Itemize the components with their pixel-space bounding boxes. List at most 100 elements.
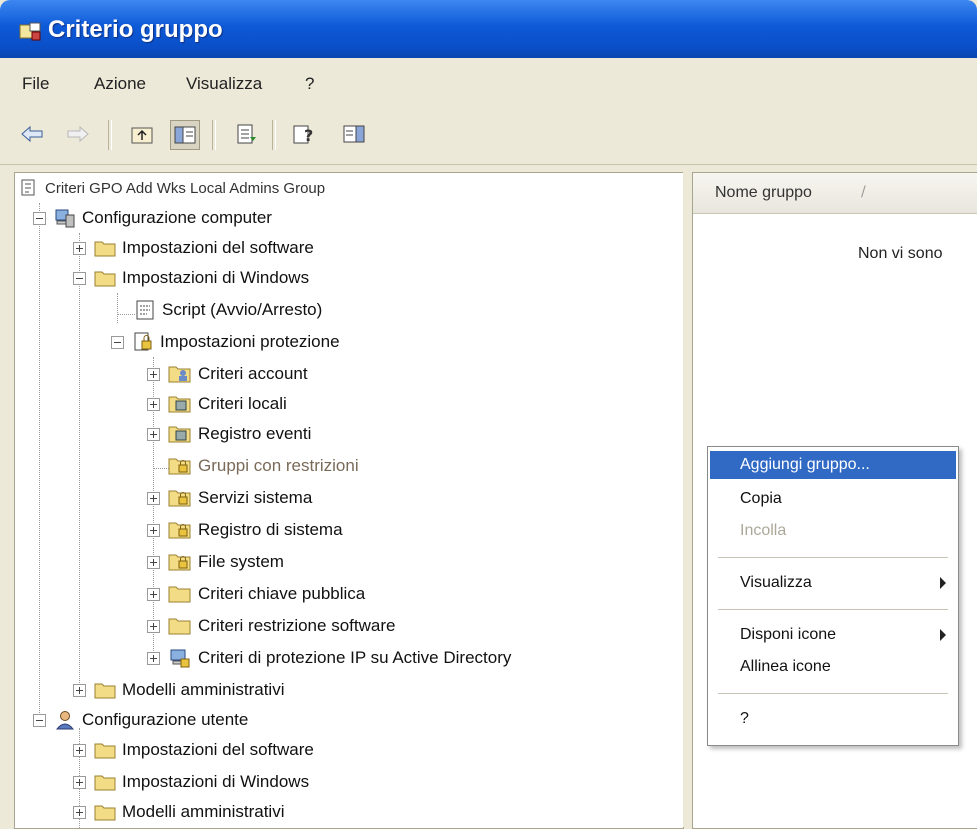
folder-icon [94,241,116,257]
expand-icon[interactable] [147,523,160,537]
show-hide-action-pane-button[interactable] [340,120,368,148]
title-bar[interactable]: Criterio gruppo [0,0,977,58]
expand-icon[interactable] [73,743,86,757]
sort-indicator: / [861,184,866,200]
lock-folder-icon [168,458,191,475]
expand-icon[interactable] [73,775,86,789]
tree-item-scripts[interactable]: Script (Avvio/Arresto) [113,295,322,325]
expand-icon[interactable] [147,491,160,505]
tree-item-software-settings[interactable]: Impostazioni del software [73,233,314,263]
expand-icon[interactable] [147,651,160,665]
menu-separator [718,609,948,610]
tree-item-root[interactable]: Criteri GPO Add Wks Local Admins Group [19,173,325,203]
expand-icon[interactable] [73,241,86,255]
menu-separator [718,557,948,558]
forward-button[interactable] [64,120,92,148]
tree-item-system-services[interactable]: Servizi sistema [147,483,312,513]
back-button[interactable] [18,120,46,148]
collapse-icon[interactable] [33,713,46,727]
lock-folder-icon [168,554,191,571]
tree-item-user-admin-templates[interactable]: Modelli amministrativi [73,797,284,827]
tree-item-file-system[interactable]: File system [147,547,284,577]
tree-label: Criteri account [198,364,308,383]
tree-item-account-policies[interactable]: Criteri account [147,359,308,389]
column-header-group-name[interactable]: Nome gruppo / [693,173,977,214]
menu-item-label: Copia [740,490,782,507]
menu-item-arrange-icons[interactable]: Disponi icone [710,621,956,649]
export-list-button[interactable] [232,120,260,148]
tree-item-ip-security[interactable]: Criteri di protezione IP su Active Direc… [147,643,511,673]
menu-item-copy[interactable]: Copia [710,485,956,513]
tree-item-registry[interactable]: Registro di sistema [147,515,343,545]
tree-item-windows-settings[interactable]: Impostazioni di Windows [73,263,309,293]
tree-item-software-restriction[interactable]: Criteri restrizione software [147,611,395,641]
collapse-icon[interactable] [111,335,124,349]
computer-icon [55,209,75,228]
menu-item-label: Disponi icone [740,626,837,643]
policy-scroll-icon [21,179,35,196]
toolbar-separator [272,120,276,150]
tree-label: Configurazione computer [82,208,272,227]
expand-icon[interactable] [147,367,160,381]
collapse-icon[interactable] [73,271,86,285]
menu-item-label: Visualizza [740,574,812,591]
expand-icon[interactable] [147,555,160,569]
tree-item-public-key-policies[interactable]: Criteri chiave pubblica [147,579,365,609]
tree-label: Criteri GPO Add Wks Local Admins Group [45,179,326,197]
tree-label: Registro eventi [198,424,312,443]
tree-connector [79,233,80,693]
toolbar-separator [212,120,216,150]
folder-icon [168,586,191,603]
tree-label: Criteri locali [198,394,287,413]
menu-item-paste[interactable]: Incolla [710,517,956,545]
tree-item-user-software-settings[interactable]: Impostazioni del software [73,735,314,765]
submenu-arrow-icon [940,629,946,641]
expand-icon[interactable] [73,683,86,697]
local-policies-icon [168,396,191,413]
tree-label: Criteri restrizione software [198,616,396,635]
tree-label: Gruppi con restrizioni [198,456,359,475]
menu-item-add-group[interactable]: Aggiungi gruppo... [710,451,956,479]
menu-item-label: Aggiungi gruppo... [740,456,870,473]
expand-icon[interactable] [147,427,160,441]
collapse-icon[interactable] [33,211,46,225]
menu-item-help[interactable]: ? [710,705,956,733]
folder-icon [94,775,116,791]
help-button[interactable]: ? [290,120,318,148]
tree-item-event-log[interactable]: Registro eventi [147,419,311,449]
menu-azione[interactable]: Azione [94,74,146,94]
expand-icon[interactable] [73,805,86,819]
menu-item-line-up-icons[interactable]: Allinea icone [710,653,956,681]
folder-icon [94,683,116,699]
expand-icon[interactable] [147,619,160,633]
menu-file[interactable]: File [22,74,49,94]
tree-item-user-windows-settings[interactable]: Impostazioni di Windows [73,767,309,797]
expand-icon[interactable] [147,587,160,601]
up-folder-button[interactable] [128,120,156,148]
menu-item-view[interactable]: Visualizza [710,569,956,597]
tree-label: Servizi sistema [198,488,313,507]
empty-list-message: Non vi sono [858,245,943,262]
menu-item-label: ? [740,710,749,727]
menu-visualizza[interactable]: Visualizza [186,74,262,94]
back-icon [21,125,43,143]
menu-help[interactable]: ? [305,74,314,94]
context-menu: Aggiungi gruppo... Copia Incolla Visuali… [707,446,959,746]
tree-item-user-config[interactable]: Configurazione utente [33,705,248,735]
show-hide-tree-icon [174,126,196,144]
lock-folder-icon [168,522,191,539]
tree-item-computer-config[interactable]: Configurazione computer [33,203,272,233]
toolbar-separator [108,120,112,150]
tree-pane[interactable]: Criteri GPO Add Wks Local Admins Group C… [14,172,684,829]
show-hide-tree-button[interactable] [170,120,200,150]
tree-item-restricted-groups[interactable]: Gruppi con restrizioni [147,451,359,481]
window-title: Criterio gruppo [48,16,223,43]
tree-item-admin-templates[interactable]: Modelli amministrativi [73,675,284,705]
tree-item-security-settings[interactable]: Impostazioni protezione [111,327,340,357]
tree-item-local-policies[interactable]: Criteri locali [147,389,287,419]
pane-splitter[interactable] [683,172,691,827]
tree-label: Modelli amministrativi [122,680,285,699]
tree-connector [39,203,40,723]
menu-bar: File Azione Visualizza ? [0,58,977,109]
expand-icon[interactable] [147,397,160,411]
